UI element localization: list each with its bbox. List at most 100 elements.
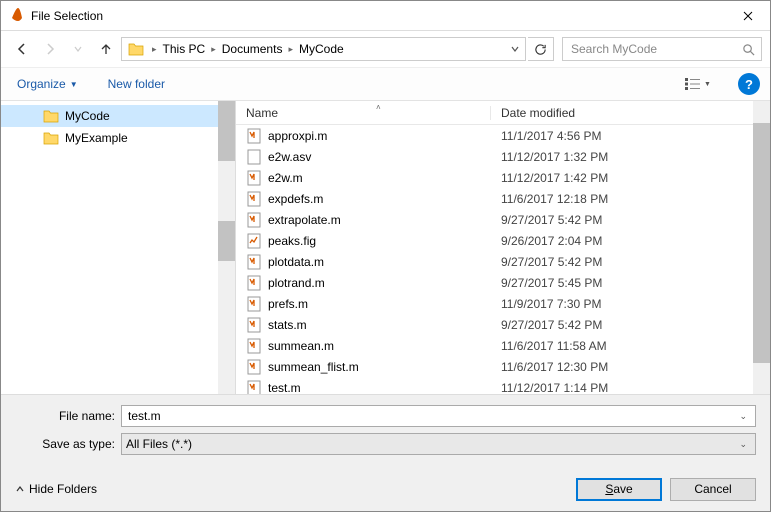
file-row[interactable]: stats.m 9/27/2017 5:42 PM [236, 314, 770, 335]
filename-dropdown[interactable]: ⌄ [735, 411, 751, 422]
chevron-right-icon: ▸ [209, 44, 218, 55]
file-row[interactable]: peaks.fig 9/26/2017 2:04 PM [236, 230, 770, 251]
view-icon [685, 78, 701, 90]
arrow-up-icon [99, 42, 113, 56]
file-icon [246, 317, 262, 333]
file-row[interactable]: plotrand.m 9/27/2017 5:45 PM [236, 272, 770, 293]
breadcrumb-dropdown[interactable] [507, 45, 523, 53]
save-button[interactable]: Save [576, 478, 662, 501]
file-name: test.m [268, 381, 301, 395]
filename-field[interactable]: ⌄ [121, 405, 756, 427]
file-name: peaks.fig [268, 234, 316, 248]
file-name: prefs.m [268, 297, 308, 311]
chevron-right-icon: ▸ [150, 44, 159, 55]
file-row[interactable]: e2w.m 11/12/2017 1:42 PM [236, 167, 770, 188]
chevron-down-icon [74, 45, 82, 53]
column-header-name[interactable]: Name [236, 106, 491, 120]
titlebar: File Selection [1, 1, 770, 31]
filename-input[interactable] [126, 408, 735, 424]
organize-button[interactable]: Organize ▼ [11, 73, 84, 95]
file-name: expdefs.m [268, 192, 323, 206]
filename-label: File name: [15, 409, 115, 423]
refresh-icon [534, 43, 547, 56]
body: MyCode MyExample ˄ Name Date modified ap… [1, 101, 770, 395]
file-icon [246, 359, 262, 375]
folder-icon [43, 108, 59, 124]
search-box[interactable] [562, 37, 762, 61]
file-icon [246, 380, 262, 395]
up-button[interactable] [93, 36, 119, 62]
file-row[interactable]: e2w.asv 11/12/2017 1:32 PM [236, 146, 770, 167]
file-date: 11/9/2017 7:30 PM [491, 297, 770, 311]
breadcrumb-label: MyCode [299, 42, 344, 56]
saveas-value: All Files (*.*) [126, 437, 735, 451]
chevron-down-icon [511, 45, 519, 53]
hide-folders-label: Hide Folders [29, 482, 97, 496]
saveas-dropdown[interactable]: ⌄ [735, 439, 751, 450]
breadcrumb-label: This PC [163, 42, 206, 56]
tree-item-label: MyCode [65, 109, 110, 123]
scrollbar-thumb[interactable] [218, 221, 235, 261]
breadcrumb-root[interactable] [124, 38, 150, 60]
file-name: plotdata.m [268, 255, 324, 269]
tree-item[interactable]: MyExample [1, 127, 235, 149]
folder-icon [43, 130, 59, 146]
saveas-field[interactable]: All Files (*.*) ⌄ [121, 433, 756, 455]
file-icon [246, 149, 262, 165]
saveas-label: Save as type: [15, 437, 115, 451]
file-row[interactable]: extrapolate.m 9/27/2017 5:42 PM [236, 209, 770, 230]
breadcrumb[interactable]: ▸ This PC ▸ Documents ▸ MyCode [121, 37, 526, 61]
file-name: extrapolate.m [268, 213, 341, 227]
scrollbar-thumb[interactable] [753, 123, 770, 363]
breadcrumb-seg-0[interactable]: This PC [159, 38, 210, 60]
file-date: 11/6/2017 12:30 PM [491, 360, 770, 374]
cancel-button[interactable]: Cancel [670, 478, 756, 501]
folder-tree[interactable]: MyCode MyExample [1, 101, 236, 394]
file-name: e2w.m [268, 171, 303, 185]
file-name: approxpi.m [268, 129, 327, 143]
cancel-label: Cancel [694, 482, 731, 496]
help-button[interactable]: ? [738, 73, 760, 95]
tree-item[interactable]: MyCode [1, 105, 235, 127]
hide-folders-button[interactable]: Hide Folders [15, 482, 97, 496]
file-row[interactable]: summean.m 11/6/2017 11:58 AM [236, 335, 770, 356]
forward-button[interactable] [37, 36, 63, 62]
file-row[interactable]: expdefs.m 11/6/2017 12:18 PM [236, 188, 770, 209]
window-title: File Selection [31, 9, 725, 23]
close-icon [743, 11, 753, 21]
breadcrumb-seg-1[interactable]: Documents [218, 38, 287, 60]
file-date: 11/1/2017 4:56 PM [491, 129, 770, 143]
breadcrumb-seg-2[interactable]: MyCode [295, 38, 348, 60]
column-header-date[interactable]: Date modified [491, 106, 770, 120]
breadcrumb-label: Documents [222, 42, 283, 56]
file-row[interactable]: plotdata.m 9/27/2017 5:42 PM [236, 251, 770, 272]
help-icon: ? [745, 77, 753, 92]
recent-dropdown[interactable] [65, 36, 91, 62]
file-date: 9/27/2017 5:42 PM [491, 255, 770, 269]
file-date: 11/12/2017 1:42 PM [491, 171, 770, 185]
file-row[interactable]: prefs.m 11/9/2017 7:30 PM [236, 293, 770, 314]
refresh-button[interactable] [528, 37, 554, 61]
file-icon [246, 338, 262, 354]
file-row[interactable]: summean_flist.m 11/6/2017 12:30 PM [236, 356, 770, 377]
file-row[interactable]: approxpi.m 11/1/2017 4:56 PM [236, 125, 770, 146]
file-icon [246, 170, 262, 186]
file-date: 11/6/2017 11:58 AM [491, 339, 770, 353]
file-row[interactable]: test.m 11/12/2017 1:14 PM [236, 377, 770, 394]
file-date: 11/6/2017 12:18 PM [491, 192, 770, 206]
file-list[interactable]: ˄ Name Date modified approxpi.m 11/1/201… [236, 101, 770, 394]
save-form: File name: ⌄ Save as type: All Files (*.… [1, 395, 770, 467]
file-icon [246, 296, 262, 312]
close-button[interactable] [725, 1, 770, 30]
file-icon [246, 275, 262, 291]
arrow-left-icon [15, 42, 29, 56]
view-options-button[interactable]: ▼ [682, 73, 714, 95]
scrollbar-thumb[interactable] [218, 101, 235, 161]
search-icon [742, 43, 755, 56]
file-date: 9/27/2017 5:45 PM [491, 276, 770, 290]
file-name: summean_flist.m [268, 360, 359, 374]
new-folder-button[interactable]: New folder [102, 73, 171, 95]
back-button[interactable] [9, 36, 35, 62]
file-icon [246, 212, 262, 228]
search-input[interactable] [569, 41, 742, 57]
